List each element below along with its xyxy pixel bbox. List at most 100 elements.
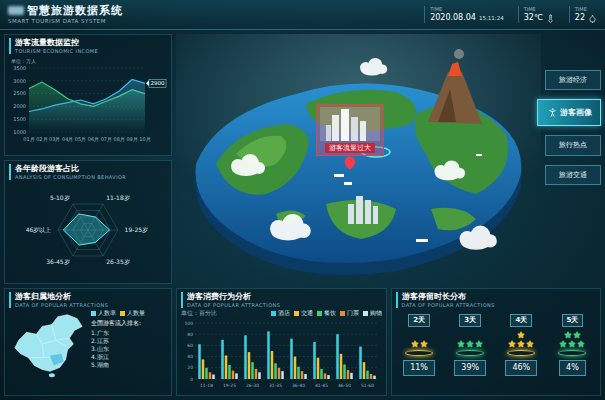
y-tick: 3000 (13, 77, 145, 83)
cloud (435, 161, 466, 181)
star-icon (457, 340, 465, 348)
x-label: 02月 (36, 136, 47, 142)
nav-item[interactable]: 旅游经济 (545, 70, 601, 90)
svg-text:3000: 3000 (13, 77, 26, 83)
radar-axis-label: 26-35岁 (106, 257, 129, 264)
bottom-row: 游客消费行为分析DATA OF POPULAR ATTRACTIONS 单位：百分… (176, 288, 601, 396)
bar (281, 371, 284, 379)
cloud (360, 58, 387, 76)
header-stat: TIME2020.08.0415:11:24 (424, 6, 504, 23)
dashboard-body: 游客流量数据监控TOURISM ECONOMIC INCOME 单位：万人3500… (0, 30, 605, 400)
nav-item[interactable]: 旅行热点 (545, 135, 601, 155)
origin-legend: 人数率人数量 (91, 310, 145, 317)
panel-title: 游客流量数据监控 (15, 38, 167, 48)
map-area: 游客流量过大 (176, 34, 541, 284)
alert-label: 游客流量过大 (325, 143, 375, 153)
radar-axis-label: 36-45岁 (46, 257, 69, 264)
panel-subtitle: DATA OF POPULAR ATTRACTIONS (15, 302, 167, 308)
flow-line-chart: 单位：万人35003000250020001500100001月02月03月04… (9, 56, 167, 146)
bar (297, 366, 300, 378)
percent-value: 4% (559, 360, 586, 376)
legend-swatch (120, 311, 125, 316)
bar (347, 370, 350, 379)
bar (221, 340, 224, 379)
panel-header: 游客流量数据监控TOURISM ECONOMIC INCOME (9, 38, 167, 54)
svg-text:3500: 3500 (13, 64, 26, 70)
bar (274, 363, 277, 379)
panel-header: 游客消费行为分析DATA OF POPULAR ATTRACTIONS (181, 292, 382, 308)
bar (271, 351, 274, 379)
x-label: 09月 (126, 136, 137, 142)
x-label: 06月 (88, 136, 99, 142)
legend-item: 交通 (294, 310, 313, 317)
china-map (9, 310, 87, 380)
podium (507, 350, 535, 356)
legend-item: 门票 (340, 310, 359, 317)
x-label: 08月 (114, 136, 125, 142)
x-label: 46-50 (338, 383, 351, 388)
nav-item[interactable]: 游客画像 (537, 99, 601, 126)
podium (558, 350, 586, 356)
star-group (507, 329, 535, 348)
star-icon (517, 331, 525, 339)
bar (258, 372, 261, 379)
bar (363, 362, 366, 379)
bar (225, 355, 228, 379)
tourism-3d-map (176, 34, 541, 284)
y-tick: 3500 (13, 64, 145, 70)
stat-value: 2020.08.0415:11:24 (430, 13, 504, 23)
city-photo (320, 107, 380, 141)
unit-label: 单位：万人 (11, 58, 36, 64)
star-icon (577, 340, 585, 348)
x-label: 19-25 (223, 383, 236, 388)
bar (278, 368, 281, 379)
bar (228, 365, 231, 379)
unit-label: 单位：百分比 (181, 310, 217, 317)
legend-item: 餐饮 (317, 310, 336, 317)
bar (290, 338, 293, 378)
bar (340, 354, 343, 379)
bar (205, 368, 208, 379)
radar-axis-label: 19-25岁 (125, 226, 148, 233)
y-tick: 100 (184, 320, 379, 325)
x-label: 41-45 (315, 383, 328, 388)
legend-swatch (317, 311, 322, 316)
stat-label: TIME (430, 6, 504, 12)
x-label: 31-35 (269, 383, 282, 388)
svg-text:2900: 2900 (151, 80, 165, 86)
alert-marker[interactable]: 游客流量过大 (316, 104, 384, 170)
bar (244, 335, 247, 379)
day-label: 2天 (408, 314, 430, 327)
logo-mark (8, 6, 24, 15)
stat-value: 32℃ (524, 13, 555, 23)
header-stats: TIME2020.08.0415:11:24TIME32℃TIME22 (424, 6, 597, 23)
star-icon (508, 340, 516, 348)
bar-group: 36-40 (290, 338, 307, 387)
value-marker: 2900 (146, 79, 166, 87)
ranking-list: 1.广东2.江苏3.山东4.浙江5.湖南 (91, 329, 145, 369)
bar (370, 374, 373, 379)
bar (232, 370, 235, 378)
bar (320, 369, 323, 379)
nav-item[interactable]: 旅游交通 (545, 165, 601, 185)
stay-card: 2天11% (396, 312, 443, 392)
svg-text:2500: 2500 (13, 90, 26, 96)
bar (198, 344, 201, 379)
star-icon (420, 340, 428, 348)
bar (301, 371, 304, 379)
x-label: 07月 (101, 136, 112, 142)
thermometer-icon (546, 14, 555, 23)
star-group (405, 329, 433, 348)
x-label: 01月 (23, 136, 34, 142)
bar (350, 373, 353, 379)
legend-swatch (340, 311, 345, 316)
percent-value: 39% (454, 360, 486, 376)
title-row: 智慧旅游数据系统 (8, 4, 123, 18)
flow-panel: 游客流量数据监控TOURISM ECONOMIC INCOME 单位：万人3500… (4, 34, 172, 156)
origin-panel: 游客归属地分析DATA OF POPULAR ATTRACTIONS人数率人数量… (4, 288, 172, 396)
ranking-title: 全国游客流入排名: (91, 319, 145, 327)
svg-text:60: 60 (187, 343, 193, 348)
side-nav: 旅游经济游客画像旅行热点旅游交通 (545, 34, 601, 284)
bar (235, 373, 238, 379)
svg-text:0: 0 (190, 376, 193, 381)
